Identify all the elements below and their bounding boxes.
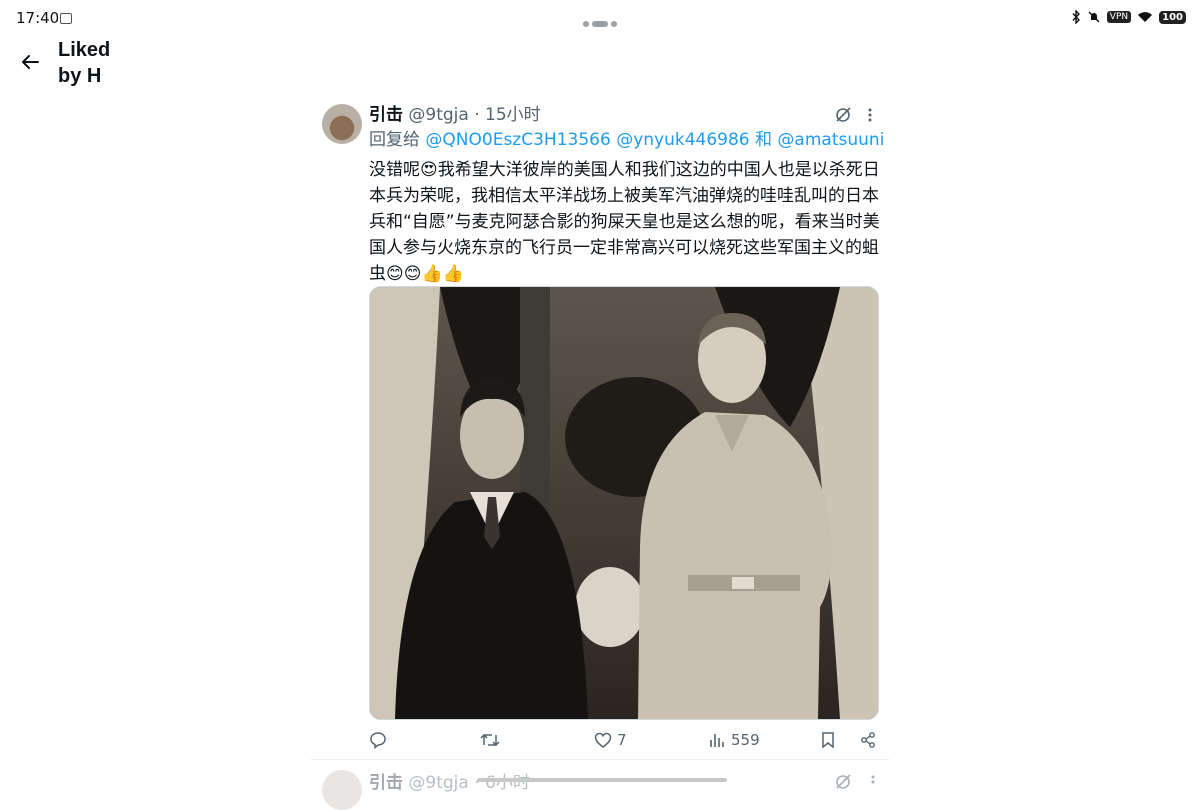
- share-icon: [861, 732, 875, 748]
- reply-button[interactable]: [369, 728, 392, 752]
- notification-icon: [60, 13, 72, 24]
- avatar[interactable]: [322, 770, 362, 810]
- views-count: 559: [731, 731, 760, 749]
- mention-link[interactable]: @amatsuuni: [777, 130, 884, 150]
- status-time: 17:40: [16, 9, 60, 27]
- photo-illustration: [370, 287, 878, 719]
- home-indicator[interactable]: [477, 778, 727, 782]
- author-handle: @9tgja: [408, 773, 469, 793]
- views-icon: [710, 734, 724, 747]
- bluetooth-icon: [1072, 10, 1080, 24]
- status-icons: VPN 100: [1071, 10, 1186, 24]
- tweet-header: 引击 @9tgja · 15小时: [369, 104, 541, 126]
- grok-icon[interactable]: [833, 105, 853, 125]
- bookmark-button[interactable]: [819, 728, 837, 752]
- page-title: Liked by H: [58, 39, 111, 87]
- like-count: 7: [617, 731, 627, 749]
- window-handle[interactable]: [583, 13, 620, 32]
- more-icon[interactable]: [863, 105, 877, 125]
- author-handle[interactable]: @9tgja: [408, 105, 468, 125]
- tweet[interactable]: 引击 @9tgja · 15小时 回复给 @QNO0EszC3H13566 @y…: [310, 96, 890, 760]
- battery-indicator: 100: [1159, 10, 1186, 24]
- mute-icon: [1088, 11, 1100, 23]
- wifi-icon: [1138, 12, 1153, 22]
- like-button[interactable]: 7: [594, 728, 627, 752]
- status-bar: 17:40 VPN 100: [0, 0, 1200, 36]
- avatar[interactable]: [322, 104, 362, 144]
- arrow-left-icon: [22, 55, 39, 69]
- tweet-time[interactable]: 15小时: [485, 105, 541, 125]
- divider: [310, 759, 890, 760]
- reply-prefix: 回复给: [369, 130, 420, 150]
- separator-dot: ·: [474, 773, 480, 793]
- tweet-photo[interactable]: [369, 286, 879, 720]
- vpn-badge: VPN: [1106, 11, 1132, 23]
- grok-icon[interactable]: [833, 772, 883, 792]
- tweet-text: 没错呢😍我希望大洋彼岸的美国人和我们这边的中国人也是以杀死日本兵为荣呢，我相信太…: [369, 160, 880, 284]
- reply-context: 回复给 @QNO0EszC3H13566 @ynyuk446986 和 @ama…: [369, 129, 884, 151]
- back-button[interactable]: [18, 50, 44, 74]
- author-name[interactable]: 引击: [369, 105, 403, 125]
- tweet-actions: 7 559: [369, 728, 881, 752]
- mention-link[interactable]: @QNO0EszC3H13566: [425, 130, 610, 150]
- retweet-icon: [480, 733, 500, 747]
- retweet-button[interactable]: [480, 728, 505, 752]
- mention-link[interactable]: @ynyuk446986: [616, 130, 749, 150]
- heart-icon: [594, 732, 612, 748]
- separator-dot: ·: [474, 105, 480, 125]
- share-button[interactable]: [859, 728, 877, 752]
- views-button[interactable]: 559: [708, 728, 760, 752]
- reply-and: 和: [755, 130, 773, 150]
- comment-icon: [370, 732, 386, 749]
- bookmark-icon: [822, 732, 834, 749]
- author-name: 引击: [369, 773, 403, 793]
- tweet-time: 6小时: [485, 773, 530, 793]
